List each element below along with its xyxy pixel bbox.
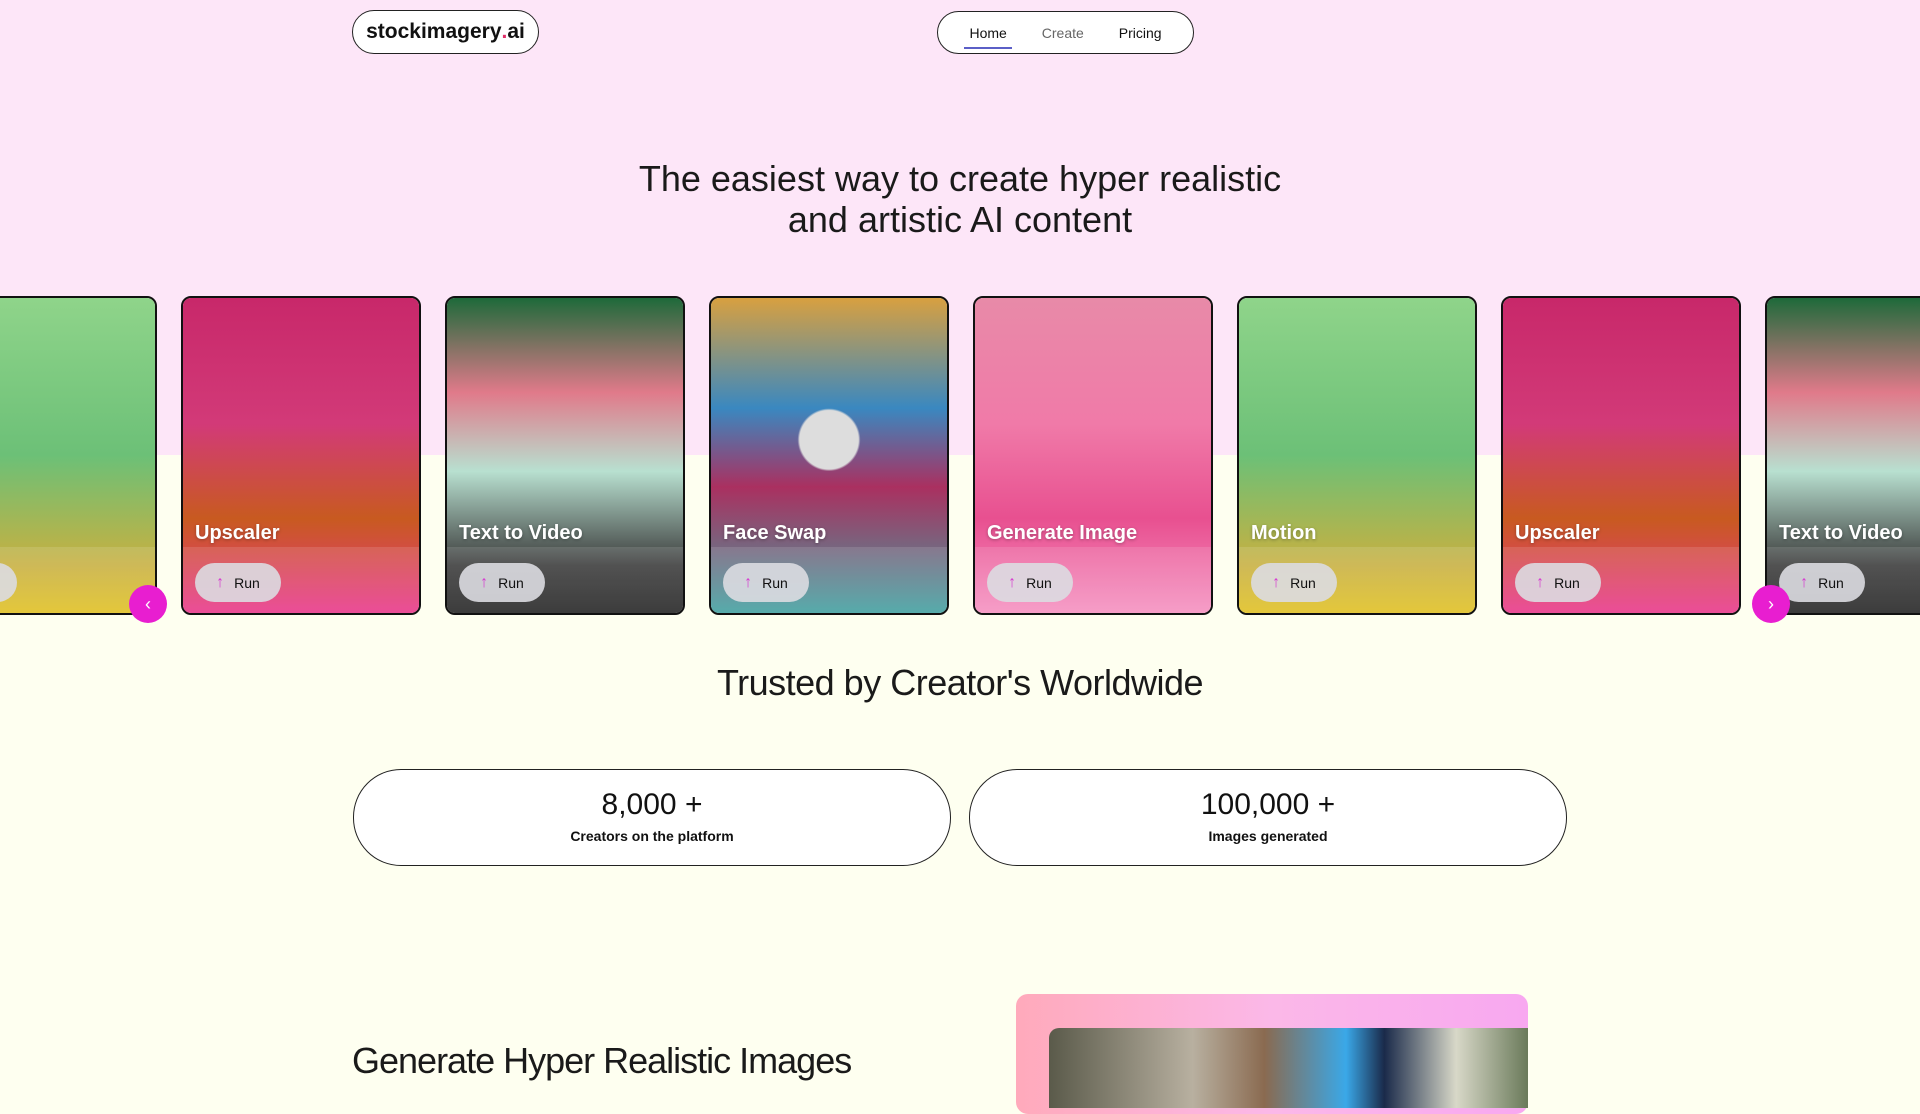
arrow-up-icon: ↑: [216, 573, 225, 591]
arrow-up-icon: ↑: [1272, 573, 1281, 591]
nav-home[interactable]: Home: [964, 21, 1013, 49]
logo[interactable]: stockimagery. ai: [352, 10, 539, 54]
hero-headline: The easiest way to create hyper realisti…: [638, 158, 1282, 240]
main-nav: Home Create Pricing: [937, 11, 1194, 54]
trusted-title: Trusted by Creator's Worldwide: [716, 662, 1204, 703]
carousel-prev-button[interactable]: ‹: [129, 585, 167, 623]
run-button[interactable]: ↑Run: [1779, 563, 1865, 602]
card-label: Face Swap: [723, 522, 827, 544]
tool-card[interactable]: Generate Image ↑ Run: [973, 296, 1213, 615]
card-label: Upscaler: [195, 522, 280, 544]
card-label: Upscaler: [1515, 522, 1600, 544]
card-label: Text to Video: [459, 522, 583, 544]
stat-images: 100,000 + Images generated: [969, 769, 1567, 866]
chevron-left-icon: ‹: [145, 593, 151, 614]
arrow-up-icon: ↑: [480, 573, 489, 591]
tool-card[interactable]: Text to Video ↑ Run: [445, 296, 685, 615]
run-button[interactable]: ↑Run: [1515, 563, 1601, 602]
tool-card[interactable]: Motion ↑Run: [1237, 296, 1477, 615]
tool-card[interactable]: Upscaler ↑ Run: [1501, 296, 1741, 615]
tool-card[interactable]: Upscaler ↑ Run: [181, 296, 421, 615]
nav-create[interactable]: Create: [1040, 21, 1086, 45]
tool-card[interactable]: Face Swap ↑ Run: [709, 296, 949, 615]
nav-pricing[interactable]: Pricing: [1117, 21, 1164, 45]
arrow-up-icon: ↑: [1536, 573, 1545, 591]
run-button[interactable]: ↑Run: [987, 563, 1073, 602]
arrow-up-icon: ↑: [1008, 573, 1017, 591]
run-button[interactable]: ↑Run: [459, 563, 545, 602]
arrow-up-icon: ↑: [744, 573, 753, 591]
arrow-up-icon: ↑: [1800, 573, 1809, 591]
tool-card[interactable]: Motion ↑Run: [0, 296, 157, 615]
carousel-next-button[interactable]: ›: [1752, 585, 1790, 623]
stat-creators: 8,000 + Creators on the platform: [353, 769, 951, 866]
card-label: Text to Video: [1779, 522, 1903, 544]
chevron-right-icon: ›: [1768, 593, 1774, 614]
card-label: Motion: [1251, 522, 1317, 544]
card-label: Generate Image: [987, 522, 1138, 544]
run-button[interactable]: ↑Run: [195, 563, 281, 602]
run-button[interactable]: ↑Run: [723, 563, 809, 602]
showcase-image: [1049, 1028, 1528, 1108]
tool-card[interactable]: Text to Video ↑ Run: [1765, 296, 1920, 615]
run-button[interactable]: ↑Run: [1251, 563, 1337, 602]
section-title: Generate Hyper Realistic Images: [352, 1040, 852, 1081]
